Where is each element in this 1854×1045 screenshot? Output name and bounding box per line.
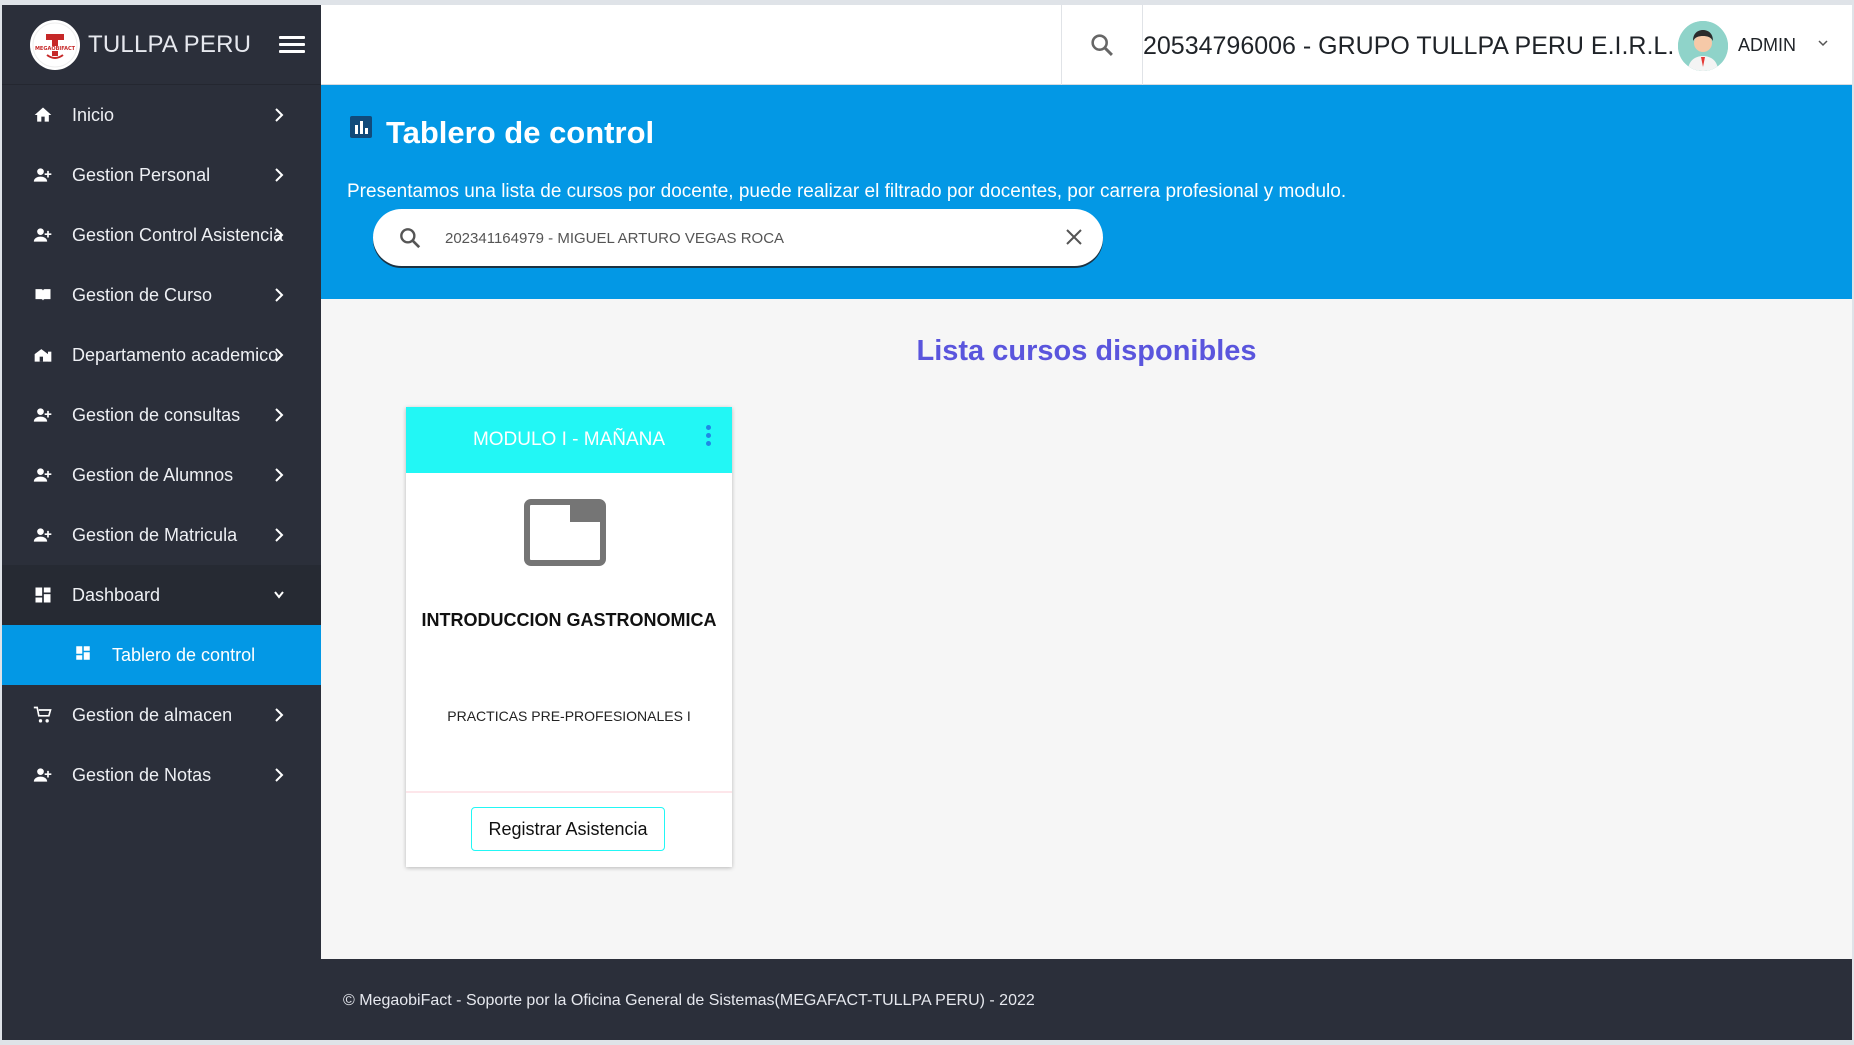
- chevron-right-icon: [274, 407, 284, 423]
- sidebar-item-label: Dashboard: [72, 584, 161, 605]
- book-icon: [32, 284, 54, 306]
- card-divider: [406, 791, 732, 793]
- image-placeholder-icon: [524, 499, 606, 566]
- sidebar-item-dashboard[interactable]: Dashboard: [2, 565, 321, 625]
- search-icon: [1091, 34, 1113, 56]
- avatar[interactable]: [1678, 21, 1728, 71]
- sidebar-item-gestion-de-consultas[interactable]: Gestion de consultas: [2, 385, 321, 445]
- sidebar-item-label: Departamento academico: [72, 344, 279, 365]
- svg-text:MEGAOBIFACT: MEGAOBIFACT: [35, 46, 76, 52]
- person-add-icon: [32, 404, 54, 426]
- sidebar-item-label: Gestion de Alumnos: [72, 464, 234, 485]
- chevron-down-icon[interactable]: [1816, 38, 1830, 48]
- sidebar-item-gestion-control-asistencia[interactable]: Gestion Control Asistencia: [2, 205, 321, 265]
- sidebar-item-gestion-de-notas[interactable]: Gestion de Notas: [2, 745, 321, 805]
- header-search-button[interactable]: [1061, 5, 1143, 85]
- person-add-icon: [32, 764, 54, 786]
- app-window: MEGAOBIFACT TULLPA PERU Inicio Gestion P…: [2, 5, 1852, 1040]
- footer: © MegaobiFact - Soporte por la Oficina G…: [321, 959, 1852, 1040]
- home-icon: [32, 104, 54, 126]
- registrar-asistencia-button[interactable]: Registrar Asistencia: [471, 807, 665, 851]
- top-header: 20534796006 - GRUPO TULLPA PERU E.I.R.L.…: [321, 5, 1852, 85]
- person-add-icon: [32, 524, 54, 546]
- card-module: MODULO I - MAÑANA: [472, 429, 666, 450]
- sidebar-item-label: Gestion de Matricula: [72, 524, 238, 545]
- sidebar-item-gestion-de-alumnos[interactable]: Gestion de Alumnos: [2, 445, 321, 505]
- chevron-right-icon: [274, 767, 284, 783]
- dashboard-icon: [32, 584, 54, 606]
- sidebar-item-gestion-de-curso[interactable]: Gestion de Curso: [2, 265, 321, 325]
- course-name: INTRODUCCION GASTRONOMICA: [421, 610, 717, 630]
- more-vert-icon[interactable]: [704, 425, 712, 449]
- person-add-icon: [32, 464, 54, 486]
- sidebar-item-label: Gestion de Notas: [72, 764, 212, 785]
- person-add-icon: [32, 164, 54, 186]
- sidebar-item-label: Tablero de control: [112, 644, 256, 665]
- sidebar-item-inicio[interactable]: Inicio: [2, 85, 321, 145]
- course-card: MODULO I - MAÑANA INTRODUCCION GASTRONOM…: [406, 407, 732, 867]
- sidebar-menu: Inicio Gestion Personal Gestion Control …: [2, 85, 321, 805]
- page-banner: Tablero de control Presentamos una lista…: [321, 85, 1852, 299]
- chevron-right-icon: [274, 467, 284, 483]
- course-subtitle: PRACTICAS PRE-PROFESIONALES I: [447, 708, 691, 724]
- brand: MEGAOBIFACT TULLPA PERU: [2, 5, 321, 85]
- footer-text: © MegaobiFact - Soporte por la Oficina G…: [343, 992, 1035, 1009]
- chevron-right-icon: [274, 287, 284, 303]
- sidebar-item-gestion-personal[interactable]: Gestion Personal: [2, 145, 321, 205]
- dashboard-icon: [74, 644, 92, 667]
- bar-chart-icon: [350, 116, 372, 138]
- sidebar-item-departamento-academico[interactable]: Departamento academico: [2, 325, 321, 385]
- sidebar-item-label: Gestion de consultas: [72, 404, 241, 425]
- company-name: 20534796006 - GRUPO TULLPA PERU E.I.R.L.: [1143, 32, 1675, 60]
- sidebar-item-label: Gestion Control Asistencia: [72, 224, 284, 245]
- sidebar-item-tablero-de-control[interactable]: Tablero de control: [2, 625, 321, 685]
- teacher-search-box: [373, 209, 1103, 266]
- sidebar-item-gestion-de-almacen[interactable]: Gestion de almacen: [2, 685, 321, 745]
- section-title: Lista cursos disponibles: [916, 335, 1257, 367]
- search-icon: [400, 228, 421, 249]
- chevron-right-icon: [274, 227, 284, 243]
- chevron-down-icon: [274, 587, 284, 603]
- chevron-right-icon: [274, 107, 284, 123]
- brand-name: TULLPA PERU: [88, 30, 252, 58]
- close-icon[interactable]: [1063, 226, 1085, 248]
- chevron-right-icon: [274, 707, 284, 723]
- page-title: Tablero de control: [386, 115, 655, 150]
- brand-logo: MEGAOBIFACT: [30, 19, 80, 70]
- sidebar-item-label: Gestion de Curso: [72, 284, 213, 305]
- sidebar: MEGAOBIFACT TULLPA PERU Inicio Gestion P…: [2, 5, 321, 1040]
- sidebar-item-gestion-de-matricula[interactable]: Gestion de Matricula: [2, 505, 321, 565]
- sidebar-item-label: Gestion de almacen: [72, 704, 233, 725]
- sidebar-item-label: Gestion Personal: [72, 164, 211, 185]
- cart-icon: [32, 704, 54, 726]
- card-header: MODULO I - MAÑANA: [406, 407, 732, 473]
- user-name[interactable]: ADMIN: [1738, 35, 1796, 56]
- chevron-right-icon: [274, 167, 284, 183]
- hamburger-menu-icon[interactable]: [279, 35, 306, 55]
- chevron-right-icon: [274, 527, 284, 543]
- page-description: Presentamos una lista de cursos por doce…: [347, 181, 1347, 202]
- chevron-right-icon: [274, 347, 284, 363]
- person-add-icon: [32, 224, 54, 246]
- sidebar-item-label: Inicio: [72, 104, 115, 125]
- building-icon: [32, 344, 54, 366]
- teacher-search-input[interactable]: [445, 223, 1025, 253]
